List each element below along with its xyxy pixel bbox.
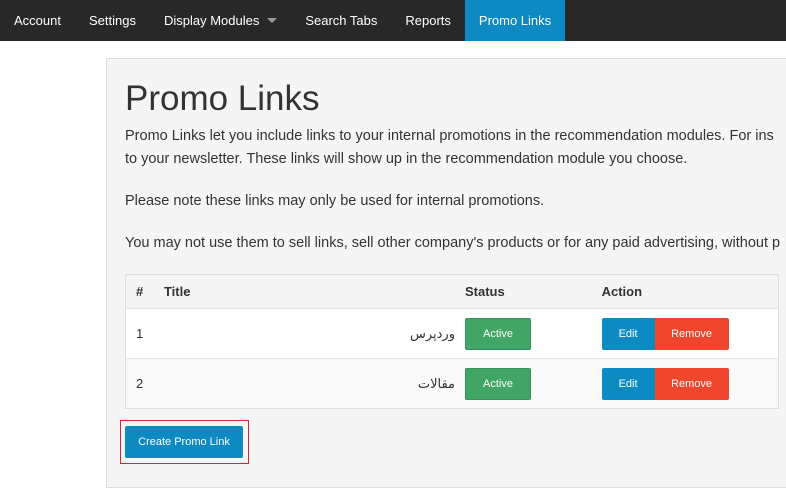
edit-button[interactable]: Edit [601, 367, 655, 400]
row-title-text: وردپرس [409, 325, 455, 341]
nav-item-search-tabs[interactable]: Search Tabs [291, 0, 391, 41]
nav-item-display-modules[interactable]: Display Modules [150, 0, 291, 41]
row-actions: Edit Remove [592, 367, 778, 400]
nav-item-account[interactable]: Account [0, 0, 75, 41]
remove-button[interactable]: Remove [654, 367, 729, 400]
usage-note: Please note these links may only be used… [125, 193, 545, 209]
edit-button[interactable]: Edit [601, 317, 655, 350]
nav-item-label: Display Modules [163, 13, 260, 28]
table-row: 2 مقالات Active Edit Remove [126, 358, 778, 408]
description-line: to your newsletter. These links will sho… [125, 151, 688, 167]
column-header-status: Status [464, 284, 505, 299]
nav-item-label: Account [14, 13, 61, 28]
promo-links-table: # Title Status Action 1 وردپرس Active Ed… [125, 274, 779, 409]
table-header-row: # Title Status Action [126, 275, 778, 308]
nav-item-label: Settings [88, 13, 136, 28]
row-actions: Edit Remove [592, 317, 778, 350]
row-status: Active [455, 367, 592, 400]
nav-item-label: Search Tabs [305, 13, 378, 28]
create-promo-link-button[interactable]: Create Promo Link [125, 426, 243, 458]
status-active-button[interactable]: Active [464, 317, 531, 350]
column-header-action: Action [601, 284, 643, 299]
remove-button[interactable]: Remove [654, 317, 729, 350]
nav-item-label: Reports [405, 13, 451, 28]
column-header-title: Title [163, 284, 191, 299]
description-line: Promo Links let you include links to you… [125, 128, 774, 144]
description: Promo Links let you include links to you… [125, 125, 774, 171]
status-active-button[interactable]: Active [464, 367, 531, 400]
row-number: 2 [136, 376, 144, 391]
page-title: Promo Links [125, 79, 320, 118]
row-number: 1 [136, 326, 144, 341]
usage-restriction: You may not use them to sell links, sell… [125, 235, 781, 251]
row-title: مقالات [154, 376, 455, 392]
nav-item-label: Promo Links [478, 13, 552, 28]
row-title: وردپرس [154, 326, 455, 342]
column-header-num: # [136, 284, 144, 299]
top-navbar: Account Settings Display Modules Search … [0, 0, 786, 41]
row-title-text: مقالات [417, 375, 455, 391]
row-status: Active [455, 317, 592, 350]
nav-item-reports[interactable]: Reports [391, 0, 465, 41]
nav-item-promo-links[interactable]: Promo Links [464, 0, 566, 41]
table-row: 1 وردپرس Active Edit Remove [126, 308, 778, 358]
nav-item-settings[interactable]: Settings [75, 0, 150, 41]
caret-down-icon [267, 18, 278, 23]
